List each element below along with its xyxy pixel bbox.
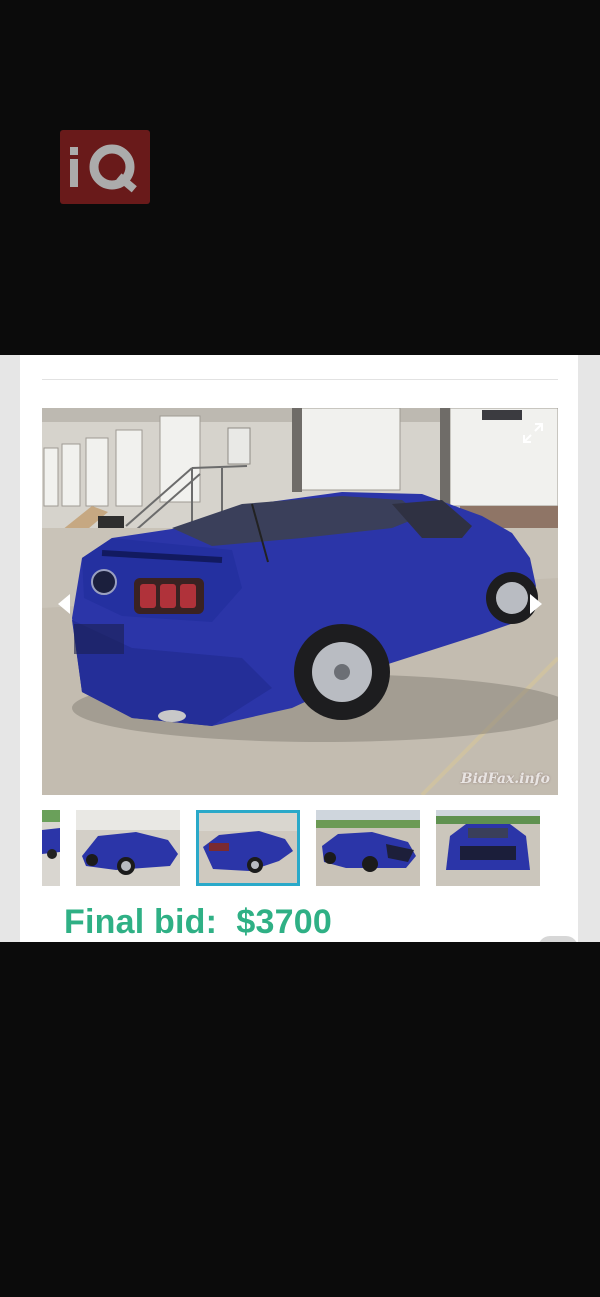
thumbnail-3-selected[interactable] <box>196 810 300 886</box>
final-bid-value: $3700 <box>236 903 332 941</box>
thumbnail-4[interactable] <box>316 810 420 886</box>
previous-image-arrow[interactable] <box>54 592 74 616</box>
top-black-band <box>0 0 600 355</box>
divider <box>42 379 558 380</box>
watermark-text: BidFax.info <box>460 771 550 787</box>
final-bid-text: Final bid: $3700 <box>64 903 332 942</box>
bottom-black-band <box>0 942 600 1297</box>
next-image-arrow[interactable] <box>526 592 546 616</box>
thumbnail-5[interactable] <box>436 810 540 886</box>
thumbnail-2[interactable] <box>76 810 180 886</box>
listing-card: BidFax.info Final bid: $3700 <box>20 355 578 942</box>
thumbnail-1[interactable] <box>42 810 60 886</box>
listing-card-area: BidFax.info Final bid: $3700 <box>0 355 600 942</box>
main-car-photo[interactable]: BidFax.info <box>42 408 558 795</box>
iq-logo <box>60 130 150 204</box>
final-bid-label: Final bid: <box>64 903 218 941</box>
fullscreen-expand-icon[interactable] <box>522 422 544 444</box>
thumbnail-strip <box>42 810 558 886</box>
